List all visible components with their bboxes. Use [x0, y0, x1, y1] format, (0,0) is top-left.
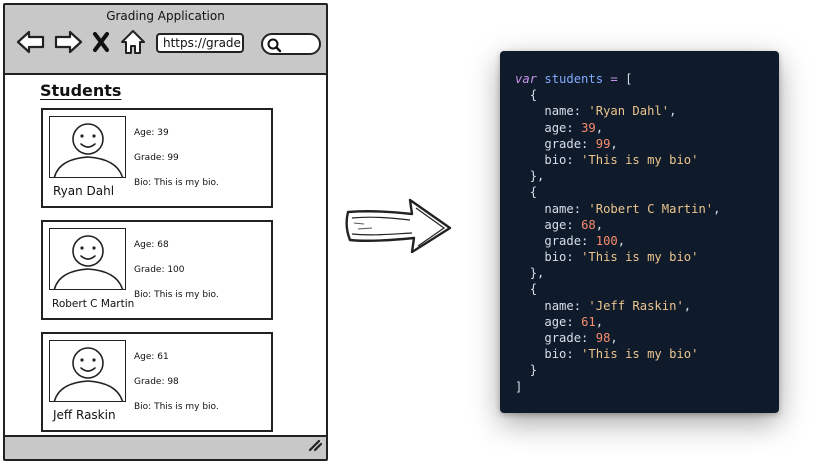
- search-input[interactable]: [261, 33, 321, 55]
- code-block: var students = [ { name: 'Ryan Dahl', ag…: [515, 71, 720, 395]
- code-line: },: [515, 168, 720, 184]
- code-line: name: 'Robert C Martin',: [544, 201, 721, 216]
- code-variable: students: [544, 72, 604, 86]
- code-key: age:: [544, 217, 574, 232]
- avatar: [49, 116, 126, 178]
- code-key: name:: [544, 298, 582, 313]
- code-keyword: var: [515, 72, 538, 86]
- code-close-brace: },: [529, 169, 545, 184]
- code-key: age:: [544, 314, 574, 329]
- code-line: name: 'Ryan Dahl',: [544, 104, 677, 119]
- code-string: 'Jeff Raskin': [588, 298, 684, 313]
- person-face-icon: [53, 123, 124, 177]
- code-key: grade:: [544, 136, 589, 151]
- resize-grip-icon[interactable]: [304, 435, 324, 457]
- page-title: Students: [40, 81, 122, 100]
- code-line: {: [515, 184, 720, 200]
- code-line: age: 39,: [544, 120, 604, 135]
- code-number: 39: [581, 120, 596, 135]
- code-string: 'This is my bio': [581, 347, 699, 362]
- browser-window-mockup: Grading Application https://grade Studen…: [3, 3, 328, 461]
- code-key: name:: [544, 104, 582, 119]
- close-x-icon[interactable]: [90, 27, 112, 57]
- code-string: 'Ryan Dahl': [588, 104, 670, 119]
- code-number: 68: [581, 217, 596, 232]
- code-line: {: [515, 87, 720, 103]
- code-open-brace: {: [529, 185, 538, 200]
- code-number: 98: [595, 331, 611, 345]
- student-card: Robert C Martin Age: 68 Grade: 100 Bio: …: [41, 220, 273, 320]
- code-key: bio:: [544, 250, 574, 265]
- student-grade: Grade: 99: [134, 153, 179, 163]
- student-name: Ryan Dahl: [53, 184, 115, 198]
- code-string: 'This is my bio': [581, 152, 699, 167]
- code-open-bracket: [: [625, 72, 633, 86]
- code-close-bracket: ]: [515, 379, 523, 394]
- forward-arrow-icon[interactable]: [52, 27, 84, 57]
- code-number: 61: [581, 314, 596, 329]
- student-age: Age: 39: [134, 128, 169, 138]
- code-line: grade: 98,: [544, 331, 618, 345]
- home-icon[interactable]: [118, 27, 148, 57]
- student-card: Ryan Dahl Age: 39 Grade: 99 Bio: This is…: [41, 108, 273, 208]
- code-line: },: [515, 265, 720, 281]
- code-close-brace: }: [529, 363, 538, 378]
- code-key: bio:: [544, 152, 574, 167]
- student-age: Age: 61: [134, 352, 169, 362]
- back-arrow-icon[interactable]: [15, 27, 47, 57]
- code-snippet-panel: var students = [ { name: 'Ryan Dahl', ag…: [500, 51, 779, 413]
- student-grade: Grade: 98: [134, 377, 179, 387]
- code-line: ]: [515, 379, 720, 395]
- code-string: 'This is my bio': [581, 250, 699, 265]
- student-age: Age: 68: [134, 240, 169, 250]
- student-name: Robert C Martin: [52, 298, 135, 310]
- code-line: bio: 'This is my bio': [515, 249, 720, 265]
- diagram-stage: Grading Application https://grade Studen…: [0, 0, 830, 465]
- code-line: grade: 99,: [544, 136, 618, 151]
- code-line: name: 'Jeff Raskin',: [544, 298, 692, 313]
- search-icon: [267, 38, 282, 53]
- code-line: bio: 'This is my bio': [515, 152, 720, 168]
- student-grade: Grade: 100: [134, 265, 185, 275]
- right-arrow-icon: [342, 196, 454, 262]
- code-number: 99: [595, 136, 611, 151]
- code-line: var students = [: [515, 71, 720, 87]
- status-bar: [5, 435, 326, 459]
- code-line: {: [515, 281, 720, 297]
- code-operator: =: [610, 72, 618, 86]
- window-title: Grading Application: [106, 9, 225, 23]
- student-card: Jeff Raskin Age: 61 Grade: 98 Bio: This …: [41, 332, 273, 432]
- person-face-icon: [53, 347, 124, 401]
- student-bio: Bio: This is my bio.: [134, 178, 219, 188]
- code-key: name:: [544, 201, 582, 216]
- code-line: grade: 100,: [544, 233, 626, 248]
- code-line: age: 68,: [544, 217, 604, 232]
- student-bio: Bio: This is my bio.: [134, 290, 219, 300]
- browser-toolbar: Grading Application https://grade: [5, 5, 326, 75]
- code-open-brace: {: [529, 88, 538, 103]
- person-face-icon: [53, 235, 124, 289]
- code-key: grade:: [544, 233, 589, 248]
- code-line: bio: 'This is my bio': [515, 346, 720, 362]
- avatar: [49, 228, 126, 290]
- code-string: 'Robert C Martin': [588, 201, 714, 216]
- url-input[interactable]: https://grade: [156, 33, 244, 53]
- code-number: 100: [595, 233, 618, 248]
- code-key: bio:: [544, 347, 574, 362]
- code-line: }: [515, 362, 720, 378]
- avatar: [49, 340, 126, 402]
- student-bio: Bio: This is my bio.: [134, 402, 219, 412]
- code-key: age:: [544, 120, 574, 135]
- code-open-brace: {: [529, 282, 538, 297]
- student-name: Jeff Raskin: [53, 408, 116, 422]
- page-content: Students Ryan Dahl Age: 39 Grade: 99 Bio…: [5, 75, 326, 439]
- code-key: grade:: [544, 331, 589, 345]
- code-close-brace: },: [529, 266, 545, 281]
- code-line: age: 61,: [544, 314, 604, 329]
